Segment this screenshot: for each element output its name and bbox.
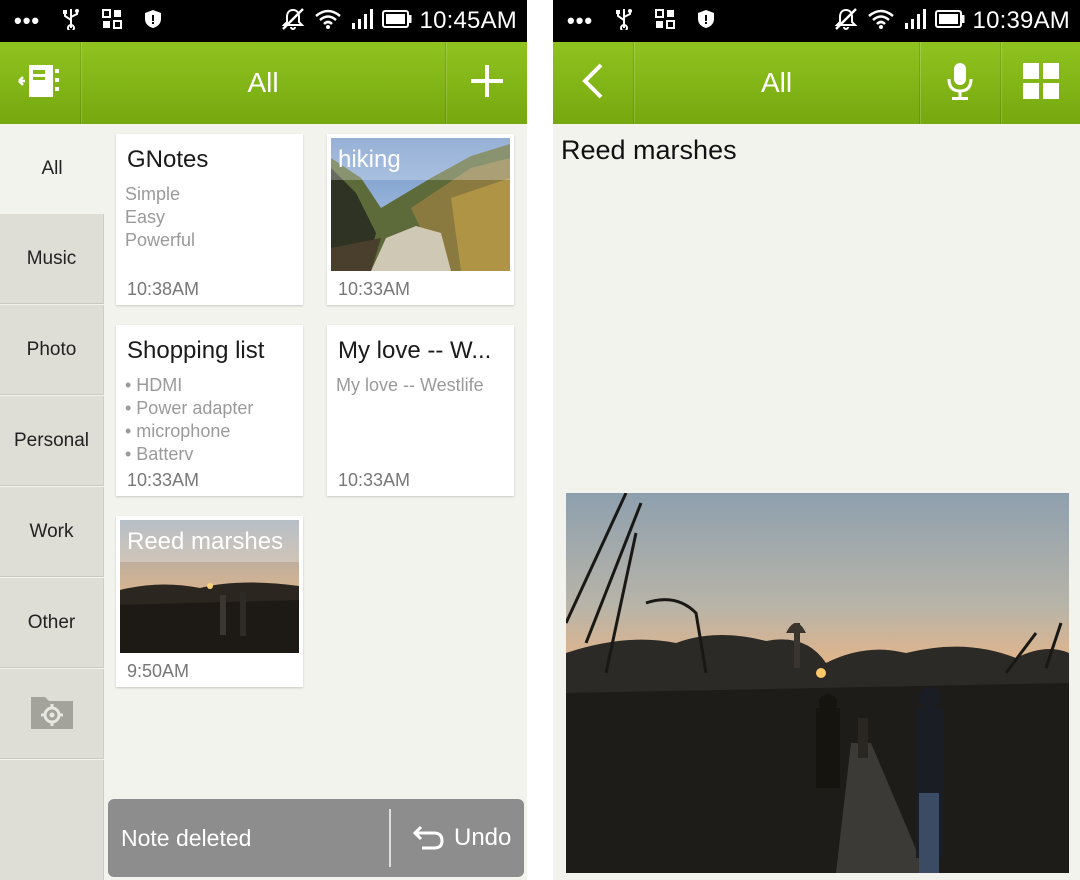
note-time: 10:38AM bbox=[127, 279, 200, 299]
note-card-my-love[interactable]: My love -- W... My love -- Westlife 10:3… bbox=[327, 325, 514, 496]
category-label: Music bbox=[26, 247, 77, 269]
signal-icon bbox=[350, 8, 374, 35]
battery-icon bbox=[381, 9, 412, 33]
sidebar-filler bbox=[0, 760, 104, 880]
note-card-hiking[interactable]: hiking 10:33AM bbox=[327, 134, 514, 305]
plus-icon bbox=[469, 63, 505, 104]
folder-settings-icon bbox=[29, 691, 75, 737]
category-tab-photo[interactable]: Photo bbox=[0, 305, 104, 395]
page-title: All bbox=[760, 67, 793, 98]
note-line: Simple bbox=[125, 184, 181, 204]
status-time: 10:39AM bbox=[972, 7, 1070, 34]
note-line: • Power adapter bbox=[125, 398, 254, 418]
status-bar: ••• 10:39AM bbox=[553, 0, 1080, 42]
usb-icon bbox=[62, 8, 80, 35]
status-time: 10:45AM bbox=[419, 7, 517, 34]
category-tab-personal[interactable]: Personal bbox=[0, 396, 104, 486]
mute-icon bbox=[280, 6, 306, 37]
note-line: • Batterv bbox=[125, 444, 194, 464]
overflow-notifications-icon: ••• bbox=[567, 8, 594, 33]
note-line: • HDMI bbox=[125, 375, 183, 395]
note-time: 10:33AM bbox=[127, 470, 200, 490]
action-bar: All bbox=[0, 42, 527, 124]
category-label: Personal bbox=[14, 429, 89, 451]
photo-note-title: Reed marshes bbox=[120, 520, 299, 562]
back-button[interactable] bbox=[553, 42, 633, 124]
undo-button[interactable]: Undo bbox=[402, 799, 524, 877]
note-card-gnotes[interactable]: GNotes Simple Easy Powerful 10:38AM bbox=[116, 134, 303, 305]
note-title: Reed marshes bbox=[561, 135, 737, 165]
note-title: GNotes bbox=[127, 146, 209, 173]
add-note-button[interactable] bbox=[446, 42, 527, 124]
note-time: 10:33AM bbox=[338, 470, 411, 490]
right-phone-screen: ••• 10:39AM All Reed marshes bbox=[553, 0, 1080, 880]
shield-icon bbox=[697, 9, 715, 34]
voice-input-button[interactable] bbox=[920, 42, 1000, 124]
microphone-icon bbox=[946, 61, 974, 106]
mute-icon bbox=[833, 6, 859, 37]
category-tab-music[interactable]: Music bbox=[0, 214, 104, 304]
snackbar-message: Note deleted bbox=[121, 825, 252, 851]
category-label: All bbox=[41, 158, 63, 179]
note-card-shopping-list[interactable]: Shopping list • HDMI • Power adapter • m… bbox=[116, 325, 303, 496]
grid-view-icon bbox=[1022, 62, 1060, 105]
divider bbox=[389, 809, 391, 867]
usb-icon bbox=[615, 8, 633, 35]
note-title: My love -- W... bbox=[338, 337, 492, 364]
status-bar: ••• 10:45AM bbox=[0, 0, 527, 42]
category-label: Work bbox=[29, 520, 74, 542]
undo-label: Undo bbox=[454, 824, 512, 851]
notebook-menu-button[interactable] bbox=[0, 42, 80, 124]
category-label: Photo bbox=[26, 338, 77, 360]
grid-view-button[interactable] bbox=[1001, 42, 1080, 124]
back-icon bbox=[580, 62, 606, 105]
note-line: Powerful bbox=[125, 230, 196, 250]
category-tab-other[interactable]: Other bbox=[0, 578, 104, 668]
battery-icon bbox=[934, 9, 965, 33]
category-sidebar: All Music Photo Personal Work Other bbox=[0, 124, 105, 880]
note-line: My love -- Westlife bbox=[336, 375, 484, 395]
note-time: 10:33AM bbox=[338, 279, 411, 299]
app-grid-icon bbox=[655, 8, 676, 34]
note-photo[interactable] bbox=[566, 493, 1069, 873]
note-card-reed-marshes[interactable]: Reed marshes 9:50AM bbox=[116, 516, 303, 687]
left-phone-screen: ••• 10:45AM All All Music Photo Personal… bbox=[0, 0, 527, 880]
note-time: 9:50AM bbox=[127, 661, 190, 681]
category-label: Other bbox=[27, 611, 76, 633]
photo-note-title: hiking bbox=[331, 138, 510, 180]
notebook-icon bbox=[17, 61, 63, 106]
action-bar: All bbox=[553, 42, 1080, 124]
shield-icon bbox=[144, 9, 162, 34]
hiking-photo: hiking bbox=[331, 138, 510, 271]
undo-icon bbox=[412, 821, 446, 856]
signal-icon bbox=[903, 8, 927, 35]
reed-marshes-photo: Reed marshes bbox=[120, 520, 299, 653]
category-tab-work[interactable]: Work bbox=[0, 487, 104, 577]
note-deleted-snackbar: Note deleted Undo bbox=[108, 799, 524, 877]
category-settings-button[interactable] bbox=[0, 669, 104, 759]
wifi-icon bbox=[314, 8, 342, 35]
note-line: • microphone bbox=[125, 421, 231, 441]
page-title: All bbox=[247, 67, 279, 98]
category-tab-all[interactable]: All bbox=[0, 124, 104, 214]
app-grid-icon bbox=[102, 8, 123, 34]
wifi-icon bbox=[867, 8, 895, 35]
overflow-notifications-icon: ••• bbox=[14, 8, 41, 33]
note-title: Shopping list bbox=[127, 337, 265, 364]
note-line: Easy bbox=[125, 207, 166, 227]
